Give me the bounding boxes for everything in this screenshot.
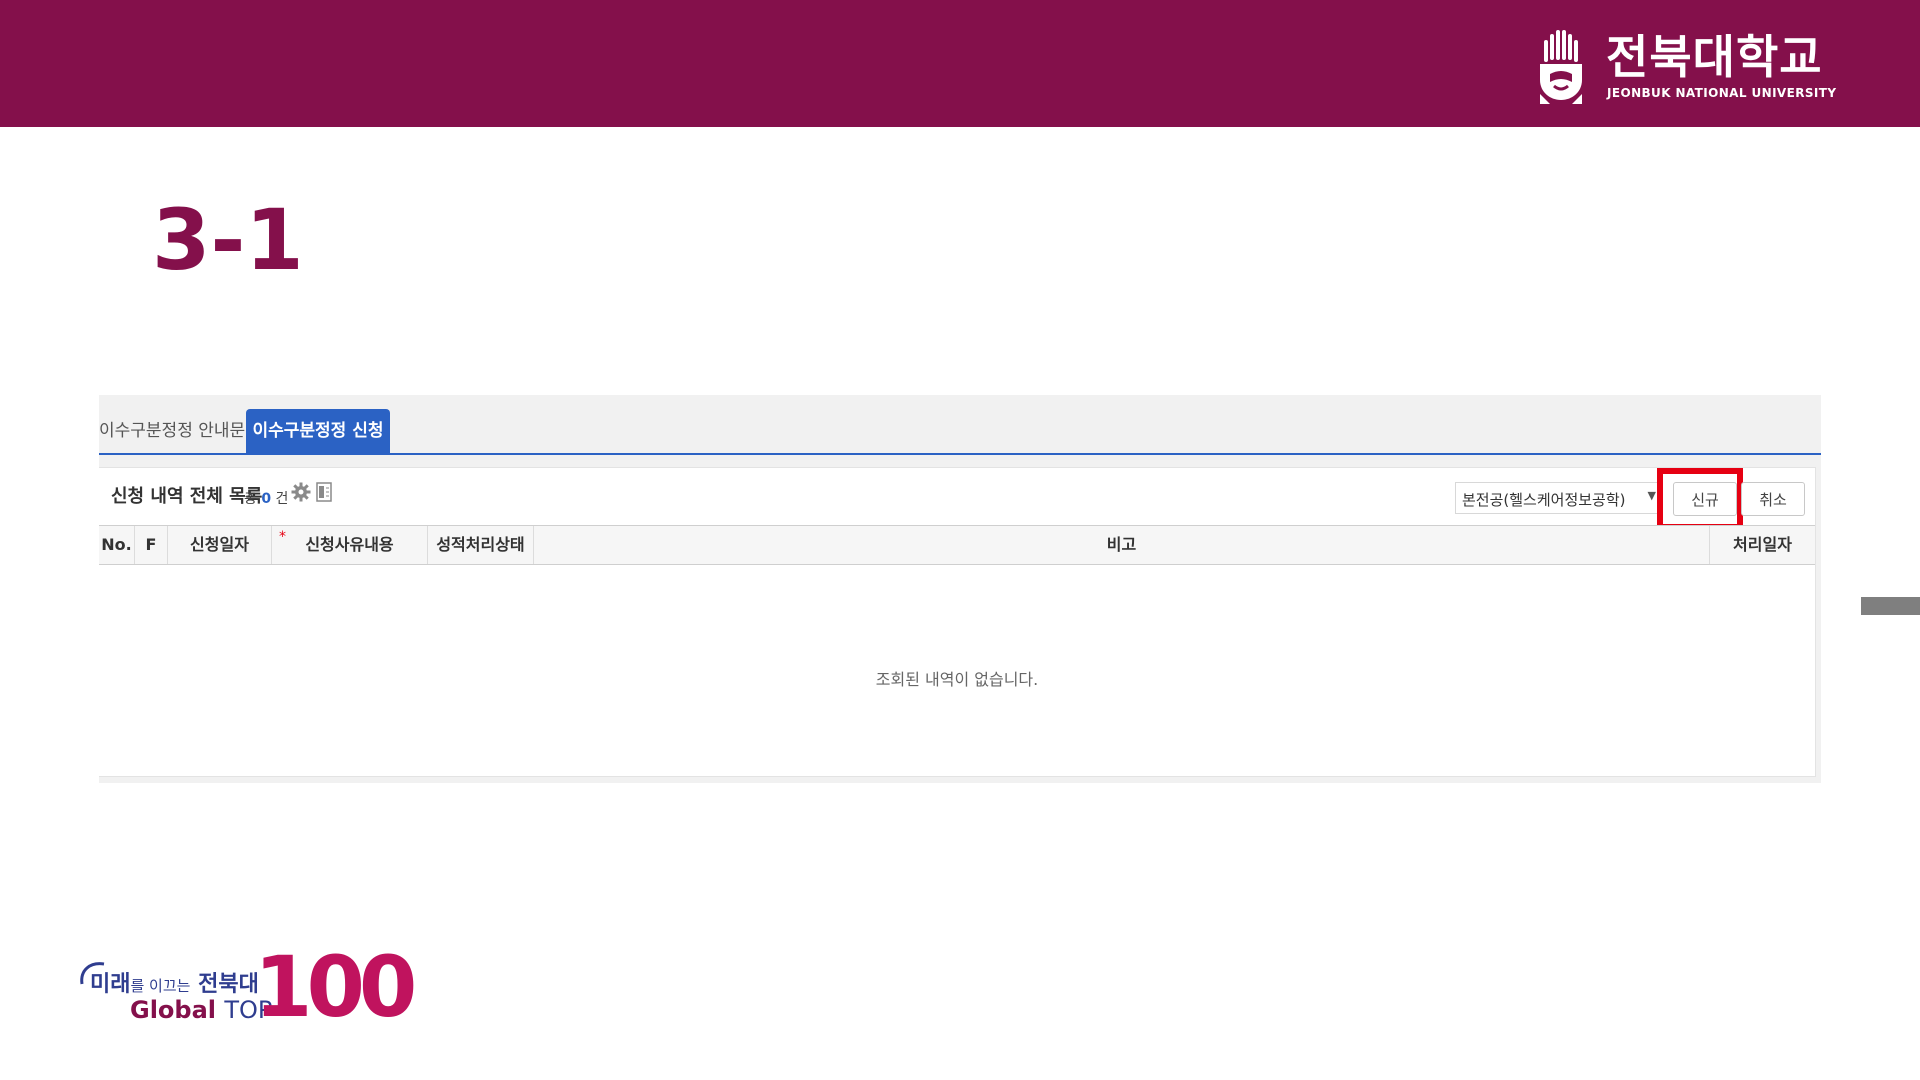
major-select[interactable]: 본전공(헬스케어정보공학) ▼ — [1455, 482, 1661, 514]
university-emblem-icon — [1540, 30, 1582, 104]
slogan-part-lead: 를 이끄는 — [130, 977, 191, 995]
campaign-logo: 미래를 이끄는 전북대 Global TOP 100 — [78, 942, 417, 1032]
tab-correction-guide[interactable]: 이수구분정정 안내문 — [99, 409, 245, 453]
edge-marker — [1861, 597, 1920, 615]
count-suffix: 건 — [275, 491, 289, 507]
column-header-reason: 신청사유내용 — [272, 526, 428, 564]
column-header-apply-date: 신청일자 — [168, 526, 272, 564]
campaign-number: 100 — [254, 938, 417, 1036]
new-button[interactable]: 신규 — [1673, 482, 1737, 516]
count-number: 0 — [261, 491, 272, 507]
required-mark: * — [279, 529, 286, 545]
major-select-value: 본전공(헬스케어정보공학) — [1462, 491, 1626, 509]
slogan-part-future: 미래 — [90, 972, 131, 997]
chevron-down-icon: ▼ — [1647, 489, 1656, 502]
tab-correction-apply[interactable]: 이수구분정정 신청 — [246, 409, 390, 453]
column-header-grade-status: 성적처리상태 — [428, 526, 534, 564]
table-header: No. F 신청일자 신청사유내용 성적처리상태 비고 처리일자 * — [99, 525, 1815, 565]
column-header-f: F — [135, 526, 168, 564]
list-title: 신청 내역 전체 목록 — [111, 486, 263, 507]
column-header-no: No. — [99, 526, 135, 564]
gear-icon[interactable] — [291, 482, 311, 502]
column-header-remark: 비고 — [534, 526, 1710, 564]
tab-underline — [99, 453, 1821, 455]
campaign-global: Global TOP — [130, 996, 272, 1024]
university-logo: 전북대학교 JEONBUK NATIONAL UNIVERSITY — [1536, 30, 1836, 104]
list-count: 총 0 건 — [244, 488, 288, 508]
cancel-button[interactable]: 취소 — [1741, 482, 1805, 516]
empty-message: 조회된 내역이 없습니다. — [875, 670, 1039, 689]
campaign-slogan: 미래를 이끄는 전북대 — [90, 966, 259, 998]
logo-subtitle: JEONBUK NATIONAL UNIVERSITY — [1607, 86, 1837, 100]
excel-download-icon[interactable] — [316, 482, 332, 502]
tab-bar: 이수구분정정 안내문 이수구분정정 신청 — [99, 395, 1821, 455]
header-bar: 전북대학교 JEONBUK NATIONAL UNIVERSITY — [0, 0, 1920, 127]
column-header-process-date: 처리일자 — [1733, 535, 1792, 554]
count-prefix: 총 — [244, 491, 257, 507]
logo-name: 전북대학교 — [1606, 30, 1823, 84]
slide-title: 3-1 — [152, 191, 304, 289]
application-list-card: 신청 내역 전체 목록 총 0 건 본전공(헬스케어정보공학) ▼ 신규 취소 … — [99, 467, 1816, 777]
application-panel: 이수구분정정 안내문 이수구분정정 신청 신청 내역 전체 목록 총 0 건 본… — [99, 395, 1821, 783]
slogan-part-jbnu: 전북대 — [198, 972, 259, 997]
global-text: Global — [130, 996, 217, 1024]
